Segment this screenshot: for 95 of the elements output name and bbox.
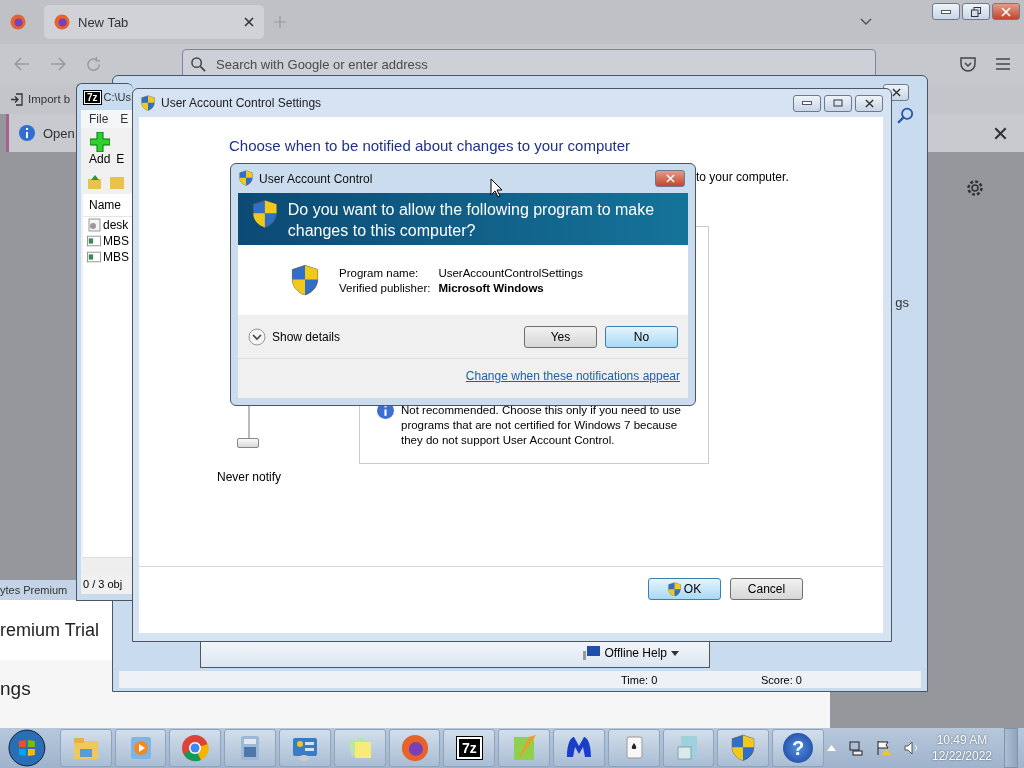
field-label: Verified publisher: [339,281,431,294]
dropdown-icon [671,650,679,656]
expand-icon[interactable] [248,327,266,346]
taskbar-app[interactable] [388,729,441,767]
score-text: Score: 0 [761,673,802,686]
file-name[interactable]: desk [103,218,129,232]
tray-expand-icon[interactable] [827,745,836,751]
flag-icon[interactable] [876,740,892,756]
shield-icon [252,199,278,229]
taskbar-app[interactable] [553,729,605,767]
taskbar-app[interactable] [717,729,770,767]
slider-label: Never notify [217,470,281,484]
info-icon [19,125,35,141]
restore-icon [971,6,981,17]
archive-logo: 7z [456,737,482,759]
archive-window: 7z C:\Us File E Add E Name desk MBS MBS 0 / 3 obj [76,83,133,601]
file-icon [87,235,101,247]
cursor-icon [490,178,503,198]
help-menu[interactable]: Offline Help [604,646,667,660]
close-button[interactable] [992,3,1020,20]
chrome-icon [180,733,211,763]
status-text: 0 / 3 obj [82,577,124,592]
monitor-icon [582,645,601,661]
firefox-icon [400,734,429,762]
toolbar-button[interactable]: Add [89,152,111,166]
side-text: gs [895,295,909,310]
close-icon [891,88,901,97]
details-toggle[interactable]: Show details [272,329,341,344]
shield-icon [667,581,681,597]
toolbar-button[interactable]: E [116,152,125,166]
help-icon: ? [783,733,814,763]
taskbar-app[interactable]: ? [772,729,824,767]
dialog-button[interactable]: No [605,325,678,348]
search-icon [191,56,206,72]
settings-icon[interactable] [965,178,985,198]
shield-icon [731,734,756,762]
file-name[interactable]: MBS [103,234,129,248]
prompt-dialog: User Account Control Do you want to allow the following program to make changes to this computer? Program name: UserAccountControlSettings Verified publisher: Microsoft Windows Show details Yes No Change when these notifications appear [230,163,696,406]
time-text: Time: 0 [621,673,659,686]
dialog-button[interactable]: Yes [524,325,597,348]
notification-settings-link[interactable]: Change when these notifications appear [465,369,680,383]
notification-text: Open [43,125,75,141]
firefox-icon [10,14,26,30]
scrollbar[interactable] [83,557,133,574]
archive-logo: 7z [84,90,101,104]
minimize-button[interactable] [932,3,960,20]
minimize-icon [802,101,812,105]
file-icon [87,251,101,263]
shield-icon [239,170,253,187]
search-icon[interactable] [897,107,915,125]
menu-item[interactable]: E [120,112,129,126]
minimize-icon [941,9,951,14]
maximize-button[interactable] [824,94,852,112]
field-label: Program name: [339,266,420,279]
close-icon [1001,6,1011,17]
minimize-button[interactable] [793,94,821,112]
taskbar-app[interactable] [279,729,331,767]
prompt-banner: Do you want to allow the following program to make changes to this computer? [238,193,688,245]
browser-tab[interactable]: New Tab [44,5,264,39]
field-value: UserAccountControlSettings [438,266,583,279]
dialog-button[interactable]: Cancel [730,578,803,600]
file-name[interactable]: MBS [103,250,129,264]
settings-file-icon [87,218,101,232]
field-value: Microsoft Windows [438,281,545,294]
slider-thumb[interactable] [236,438,259,448]
taskbar-app[interactable] [224,729,276,767]
close-button[interactable] [855,94,883,112]
shield-icon [141,94,155,112]
folder-up-icon[interactable] [87,174,103,190]
close-icon [665,174,675,183]
info-text: Not recommended. Choose this only if you need to use programs that are not certified for Windows 7 because they do not support User Account Control. [401,403,682,448]
network-icon[interactable] [848,740,864,756]
bookmark-link[interactable]: Import b [28,93,71,105]
description-text: to your computer. [696,170,789,184]
taskbar-app[interactable] [169,729,222,767]
plus-icon [89,132,110,152]
close-icon [864,98,874,108]
import-icon [10,92,23,106]
promo-card: remium Trial [0,600,114,660]
menu-item[interactable]: File [89,112,109,126]
volume-icon[interactable] [904,740,920,756]
close-icon [244,17,254,27]
menu-icon[interactable] [996,58,1010,70]
settings-heading: Choose when to be notified about changes to your computer [229,137,631,154]
dialog-button[interactable]: OK [648,578,721,600]
firefox-icon [54,14,70,30]
shield-icon [291,263,319,297]
close-icon [994,126,1007,140]
maximize-icon [833,99,843,107]
restore-button[interactable] [962,3,990,20]
start-button[interactable] [7,728,47,768]
close-button[interactable] [655,170,685,187]
taskbar-app[interactable]: 7z [443,729,496,767]
chevron-icon[interactable] [860,18,872,26]
pocket-icon[interactable] [960,56,976,72]
